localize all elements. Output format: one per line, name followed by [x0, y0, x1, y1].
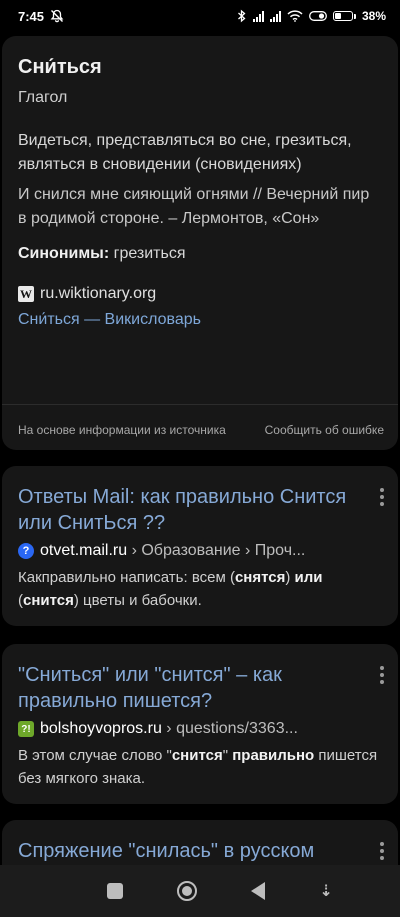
- wifi-icon: [287, 10, 303, 22]
- search-result: "Сниться" или "снится" – как правильно п…: [2, 644, 398, 804]
- synonyms-label: Синонимы:: [18, 245, 110, 262]
- more-options-icon[interactable]: [380, 666, 384, 684]
- dictionary-card: Сни́ться Глагол Видеться, представляться…: [2, 36, 398, 450]
- result-path: › questions/3363...: [161, 720, 298, 737]
- synonyms: Синонимы: грезиться: [18, 245, 382, 263]
- home-button[interactable]: [177, 881, 198, 901]
- report-error-link[interactable]: Сообщить об ошибке: [265, 423, 384, 437]
- system-nav-bar: ⇣: [0, 865, 400, 917]
- result-domain: otvet.mail.ru: [40, 542, 128, 559]
- more-options-icon[interactable]: [380, 842, 384, 860]
- more-options-icon[interactable]: [380, 488, 384, 506]
- bluetooth-icon: [238, 9, 246, 23]
- signal-icon: [269, 10, 281, 22]
- source-link[interactable]: Сни́ться — Викисловарь: [18, 311, 382, 329]
- source-domain: ru.wiktionary.org: [40, 285, 157, 302]
- result-url[interactable]: ?! bolshoyvopros.ru › questions/3363...: [18, 720, 382, 738]
- panel-footer: На основе информации из источника Сообщи…: [2, 404, 398, 437]
- part-of-speech: Глагол: [18, 89, 68, 106]
- clock: 7:45: [18, 8, 45, 24]
- result-snippet: Какправильно написать: всем (снятся) или…: [18, 569, 323, 609]
- result-title-link[interactable]: Ответы Mail: как правильно Снится или Сн…: [18, 484, 358, 536]
- status-bar: 7:45 38%: [0, 0, 400, 32]
- favicon-icon: ?!: [18, 721, 34, 737]
- signal-icon: [252, 10, 264, 22]
- result-domain: bolshoyvopros.ru: [40, 720, 162, 737]
- bell-off-icon: [50, 9, 64, 23]
- favicon-icon: ?: [18, 543, 34, 559]
- battery-icon: [332, 11, 356, 21]
- synonyms-value[interactable]: грезиться: [109, 245, 186, 262]
- result-path: › Образование › Проч...: [127, 542, 306, 559]
- result-title-link[interactable]: Спряжение "снилась" в русском: [18, 838, 358, 864]
- hide-nav-icon[interactable]: ⇣: [319, 881, 332, 901]
- result-url[interactable]: ? otvet.mail.ru › Образование › Проч...: [18, 542, 382, 560]
- result-title-link[interactable]: "Сниться" или "снится" – как правильно п…: [18, 662, 358, 714]
- battery-percent: 38%: [361, 9, 386, 23]
- definition: Видеться, представляться во сне, грезить…: [18, 132, 352, 173]
- result-snippet: В этом случае слово "снится" правильно п…: [18, 747, 378, 787]
- search-result: Ответы Mail: как правильно Снится или Сн…: [2, 466, 398, 626]
- word-title: Сни́ться: [18, 56, 102, 78]
- toggle-icon: [309, 11, 327, 21]
- source-domain-row: W ru.wiktionary.org: [18, 285, 382, 303]
- recents-button[interactable]: [107, 883, 124, 899]
- source-attribution: На основе информации из источника: [18, 423, 226, 437]
- back-button[interactable]: [251, 882, 266, 900]
- wikipedia-icon: W: [18, 286, 34, 302]
- usage-example: И снился мне сияющий огнями // Вечерний …: [18, 186, 370, 227]
